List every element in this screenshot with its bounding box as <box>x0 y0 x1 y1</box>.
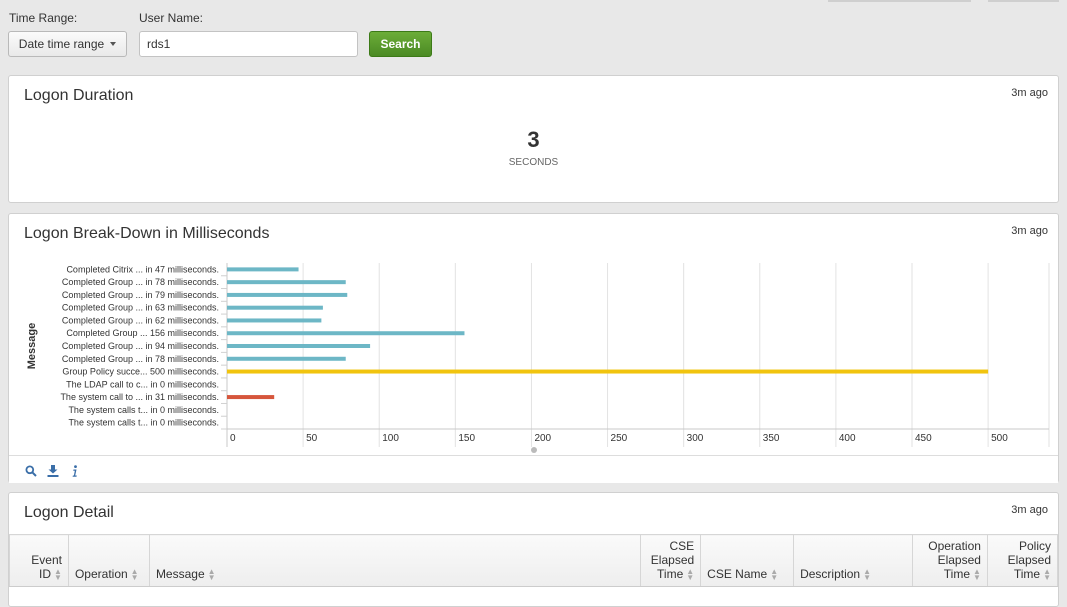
y-tick-label: The system calls t... in 0 milliseconds. <box>68 405 219 415</box>
column-header[interactable]: CSE Elapsed Time ▲ ▼ <box>640 534 702 587</box>
x-tick-label: 500 <box>991 433 1008 444</box>
y-tick-label: Completed Group ... in 79 milliseconds. <box>62 290 219 300</box>
panel-time-ago: 3m ago <box>1011 87 1048 99</box>
sort-icon[interactable]: ▲ ▼ <box>1043 567 1051 581</box>
column-header-label: Message <box>155 567 205 581</box>
x-tick-label: 50 <box>306 433 318 444</box>
time-range-dropdown[interactable]: Date time range <box>8 31 127 57</box>
y-axis-title: Message <box>26 323 38 369</box>
bar <box>227 331 465 336</box>
y-tick-label: Group Policy succe... 500 milliseconds. <box>62 367 219 377</box>
search-icon[interactable] <box>25 464 37 482</box>
sort-icon[interactable]: ▲ ▼ <box>973 567 981 581</box>
y-tick-label: Completed Group ... in 78 milliseconds. <box>62 277 219 287</box>
x-tick-label: 450 <box>915 433 932 444</box>
bar <box>227 305 323 310</box>
y-tick-label: Completed Group ... in 94 milliseconds. <box>62 341 219 351</box>
time-range-label: Time Range: <box>9 11 78 25</box>
column-header[interactable]: Message ▲ ▼ <box>148 534 642 587</box>
bar <box>227 318 322 323</box>
y-tick-label: Completed Group ... in 63 milliseconds. <box>62 303 219 313</box>
chart-footer <box>9 455 1058 483</box>
y-tick-label: Completed Group ... in 78 milliseconds. <box>62 354 219 364</box>
y-tick-label: Completed Group ... in 62 milliseconds. <box>62 315 219 325</box>
column-header[interactable]: Description ▲ ▼ <box>793 534 913 587</box>
y-tick-label: Completed Group ... 156 milliseconds. <box>66 328 219 338</box>
column-header-label: CSE Name <box>707 567 768 581</box>
column-header[interactable]: CSE Name ▲ ▼ <box>700 534 795 587</box>
logon-breakdown-panel: Logon Break-Down in Milliseconds 3m ago … <box>8 213 1059 483</box>
logon-detail-table: Event ID ▲ ▼ Operation ▲ ▼ Message ▲ ▼ CSE Elapse… <box>9 534 1059 587</box>
x-tick-label: 300 <box>687 433 704 444</box>
y-tick-label: The system calls t... in 0 milliseconds. <box>68 418 219 428</box>
header-edge <box>828 0 971 2</box>
table-header-row: Event ID ▲ ▼ Operation ▲ ▼ Message ▲ ▼ CSE Elapse… <box>9 534 1059 587</box>
sort-icon[interactable]: ▲ ▼ <box>131 567 139 581</box>
logon-detail-panel: Logon Detail 3m ago Event ID ▲ ▼ Operation ▲… <box>8 492 1059 607</box>
bar <box>227 356 346 361</box>
header-edge <box>988 0 1059 2</box>
resize-handle[interactable] <box>531 447 537 453</box>
column-header[interactable]: Operation Elapsed Time ▲ ▼ <box>911 534 988 587</box>
x-tick-label: 0 <box>230 433 236 444</box>
bar <box>227 369 989 374</box>
column-header-label: Operation <box>74 567 128 581</box>
sort-icon[interactable]: ▲ ▼ <box>863 567 871 581</box>
caret-down-icon <box>110 42 117 46</box>
user-name-input[interactable] <box>139 31 358 57</box>
panel-title: Logon Detail <box>24 504 114 521</box>
x-tick-label: 100 <box>382 433 399 444</box>
column-header-label: Description <box>800 567 861 581</box>
bar <box>227 292 348 297</box>
breakdown-chart: Completed Citrix ... in 47 milliseconds.… <box>26 263 1050 447</box>
logon-duration-panel: Logon Duration 3m ago 3 SECONDS <box>8 75 1059 203</box>
panel-title: Logon Duration <box>24 87 134 104</box>
x-tick-label: 350 <box>763 433 780 444</box>
duration-unit: SECONDS <box>508 157 559 168</box>
download-icon[interactable] <box>47 464 59 482</box>
search-button[interactable]: Search <box>369 31 432 57</box>
time-range-value: Date time range <box>18 37 105 51</box>
x-tick-label: 150 <box>458 433 475 444</box>
duration-value: 3 <box>527 127 540 152</box>
bar <box>227 267 299 272</box>
bar <box>227 344 371 348</box>
y-tick-label: The system call to ... in 31 millisecond… <box>60 392 219 402</box>
sort-icon[interactable]: ▲ ▼ <box>208 567 216 581</box>
y-tick-label: The LDAP call to c... in 0 milliseconds. <box>66 379 219 389</box>
bar <box>227 280 346 285</box>
panel-time-ago: 3m ago <box>1011 504 1048 516</box>
column-header[interactable]: Event ID ▲ ▼ <box>9 534 69 587</box>
x-tick-label: 200 <box>534 433 551 444</box>
user-name-label: User Name: <box>139 11 204 25</box>
column-header[interactable]: Policy Elapsed Time ▲ ▼ <box>986 534 1059 587</box>
bar <box>227 395 275 400</box>
x-tick-label: 250 <box>611 433 628 444</box>
info-icon[interactable] <box>71 464 79 482</box>
sort-icon[interactable]: ▲ ▼ <box>54 567 62 581</box>
column-header[interactable]: Operation ▲ ▼ <box>67 534 150 587</box>
x-tick-label: 400 <box>839 433 856 444</box>
sort-icon[interactable]: ▲ ▼ <box>686 567 694 581</box>
y-tick-label: Completed Citrix ... in 47 milliseconds. <box>66 264 219 274</box>
sort-icon[interactable]: ▲ ▼ <box>770 567 778 581</box>
